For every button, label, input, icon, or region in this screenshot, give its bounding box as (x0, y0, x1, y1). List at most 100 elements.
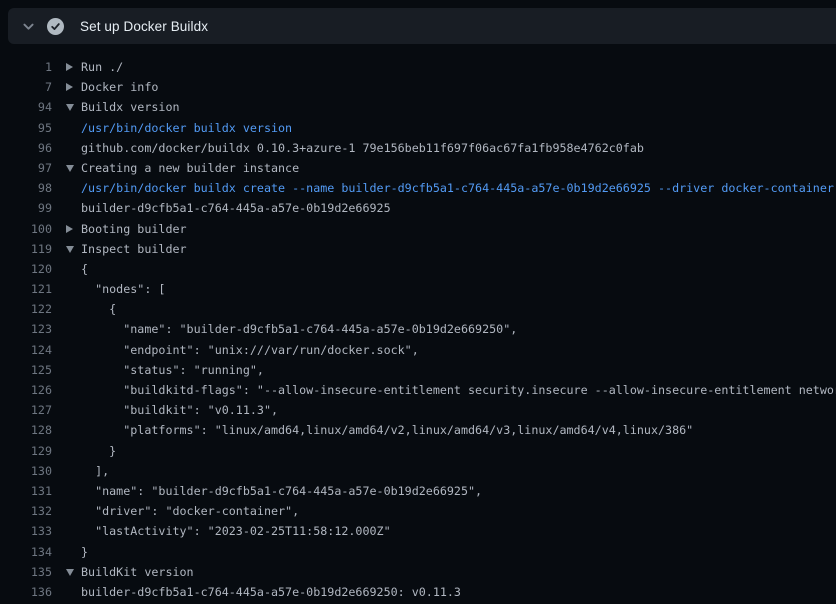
fold-gutter (52, 77, 81, 97)
fold-gutter (52, 57, 81, 77)
fold-gutter (52, 279, 81, 299)
line-number[interactable]: 134 (0, 542, 52, 562)
fold-gutter (52, 582, 81, 602)
log-lines: 1Run ./7Docker info94Buildx version95/us… (0, 44, 836, 604)
line-number[interactable]: 129 (0, 441, 52, 461)
log-line: 128 "platforms": "linux/amd64,linux/amd6… (0, 420, 836, 440)
fold-gutter (52, 158, 81, 178)
fold-gutter (52, 360, 81, 380)
line-number[interactable]: 128 (0, 420, 52, 440)
log-command-text: /usr/bin/docker buildx version (81, 118, 292, 138)
log-text: "buildkit": "v0.11.3", (81, 400, 278, 420)
log-text: "status": "running", (81, 360, 264, 380)
triangle-right-icon[interactable] (66, 225, 73, 233)
step-title: Set up Docker Buildx (80, 19, 208, 34)
log-line: 120 { (0, 259, 836, 279)
log-line: 133 "lastActivity": "2023-02-25T11:58:12… (0, 521, 836, 541)
fold-gutter (52, 420, 81, 440)
log-line: 131 "name": "builder-d9cfb5a1-c764-445a-… (0, 481, 836, 501)
log-line: 122 { (0, 299, 836, 319)
line-number[interactable]: 94 (0, 97, 52, 117)
log-line: 125 "status": "running", (0, 360, 836, 380)
log-group-row[interactable]: 119 Inspect builder (0, 239, 836, 259)
check-circle-icon (47, 18, 64, 35)
log-text: Buildx version (81, 97, 180, 117)
fold-gutter (52, 380, 81, 400)
log-text: "name": "builder-d9cfb5a1-c764-445a-a57e… (81, 319, 517, 339)
line-number[interactable]: 95 (0, 118, 52, 138)
triangle-down-icon[interactable] (66, 165, 74, 172)
log-text: } (81, 542, 88, 562)
log-line: 129 } (0, 441, 836, 461)
line-number[interactable]: 126 (0, 380, 52, 400)
log-text: { (81, 259, 88, 279)
log-text: ], (81, 461, 109, 481)
chevron-down-icon[interactable] (14, 20, 42, 33)
line-number[interactable]: 121 (0, 279, 52, 299)
log-text: BuildKit version (81, 562, 194, 582)
log-group-row[interactable]: 94 Buildx version (0, 97, 836, 117)
log-text: Booting builder (81, 219, 187, 239)
log-group-row[interactable]: 135 BuildKit version (0, 562, 836, 582)
line-number[interactable]: 127 (0, 400, 52, 420)
fold-gutter (52, 542, 81, 562)
log-text: { (81, 299, 116, 319)
line-number[interactable]: 130 (0, 461, 52, 481)
line-number[interactable]: 119 (0, 239, 52, 259)
line-number[interactable]: 1 (0, 57, 52, 77)
line-number[interactable]: 122 (0, 299, 52, 319)
fold-gutter (52, 481, 81, 501)
log-line: 121 "nodes": [ (0, 279, 836, 299)
log-text: "nodes": [ (81, 279, 165, 299)
step-header[interactable]: Set up Docker Buildx (8, 8, 836, 44)
fold-gutter (52, 138, 81, 158)
log-text: Inspect builder (81, 239, 187, 259)
log-text: } (81, 441, 116, 461)
log-line: 130 ], (0, 461, 836, 481)
line-number[interactable]: 100 (0, 219, 52, 239)
line-number[interactable]: 136 (0, 582, 52, 602)
line-number[interactable]: 97 (0, 158, 52, 178)
log-command-text: /usr/bin/docker buildx create --name bui… (81, 178, 834, 198)
log-group-row[interactable]: 97Creating a new builder instance (0, 158, 836, 178)
fold-gutter (52, 521, 81, 541)
fold-gutter (52, 239, 81, 259)
log-line: 96 github.com/docker/buildx 0.10.3+azure-… (0, 138, 836, 158)
line-number[interactable]: 120 (0, 259, 52, 279)
triangle-down-icon[interactable] (66, 569, 74, 576)
line-number[interactable]: 133 (0, 521, 52, 541)
log-group-row[interactable]: 100 Booting builder (0, 219, 836, 239)
fold-gutter (52, 198, 81, 218)
line-number[interactable]: 99 (0, 198, 52, 218)
log-group-row[interactable]: 7 Docker info (0, 77, 836, 97)
log-line: 127 "buildkit": "v0.11.3", (0, 400, 836, 420)
triangle-down-icon[interactable] (66, 104, 74, 111)
fold-gutter (52, 118, 81, 138)
triangle-down-icon[interactable] (66, 246, 74, 253)
line-number[interactable]: 123 (0, 319, 52, 339)
line-number[interactable]: 125 (0, 360, 52, 380)
line-number[interactable]: 96 (0, 138, 52, 158)
line-number[interactable]: 135 (0, 562, 52, 582)
log-line: 123 "name": "builder-d9cfb5a1-c764-445a-… (0, 319, 836, 339)
log-line: 124 "endpoint": "unix:///var/run/docker.… (0, 340, 836, 360)
fold-gutter (52, 259, 81, 279)
line-number[interactable]: 132 (0, 501, 52, 521)
log-text: "name": "builder-d9cfb5a1-c764-445a-a57e… (81, 481, 482, 501)
log-line: 126 "buildkitd-flags": "--allow-insecure… (0, 380, 836, 400)
log-group-row[interactable]: 1Run ./ (0, 57, 836, 77)
fold-gutter (52, 97, 81, 117)
log-text: github.com/docker/buildx 0.10.3+azure-1 … (81, 138, 644, 158)
line-number[interactable]: 98 (0, 178, 52, 198)
line-number[interactable]: 7 (0, 77, 52, 97)
line-number[interactable]: 131 (0, 481, 52, 501)
log-text: "lastActivity": "2023-02-25T11:58:12.000… (81, 521, 391, 541)
line-number[interactable]: 124 (0, 340, 52, 360)
triangle-right-icon[interactable] (66, 83, 73, 91)
log-line: 95/usr/bin/docker buildx version (0, 118, 836, 138)
triangle-right-icon[interactable] (66, 63, 73, 71)
fold-gutter (52, 562, 81, 582)
log-line: 132 "driver": "docker-container", (0, 501, 836, 521)
log-text: Docker info (81, 77, 158, 97)
fold-gutter (52, 340, 81, 360)
